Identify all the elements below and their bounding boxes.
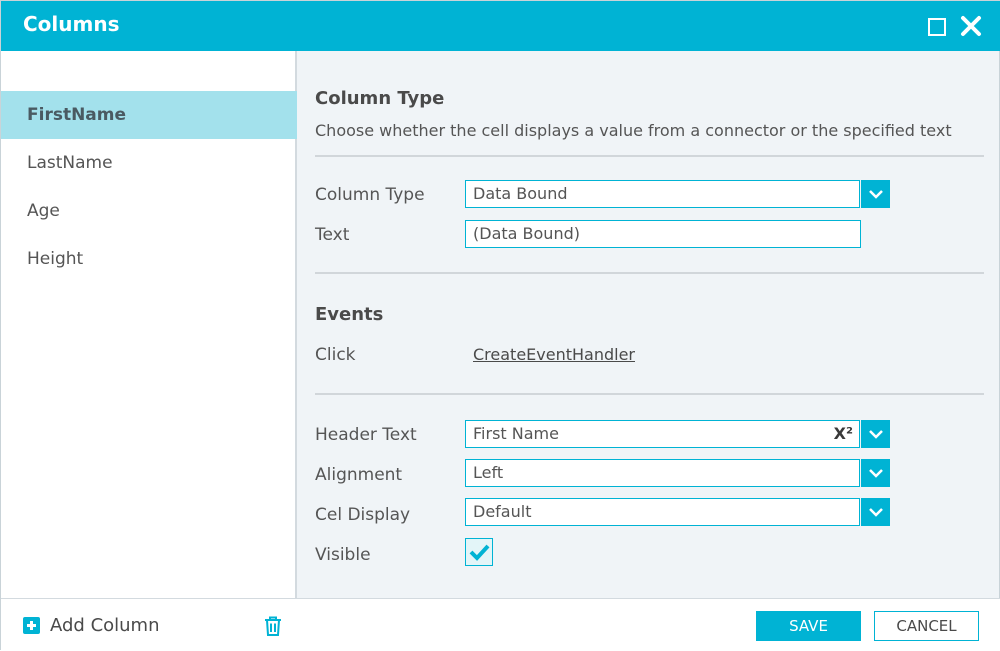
column-type-dropdown-button[interactable] xyxy=(861,180,890,208)
column-type-label: Column Type xyxy=(315,185,425,205)
dialog-footer: Add Column SAVE CANCEL xyxy=(1,598,1000,651)
cell-display-dropdown-button[interactable] xyxy=(861,498,890,526)
column-list: FirstName LastName Age Height xyxy=(1,51,297,598)
header-text-input[interactable]: First Name X² xyxy=(465,420,860,448)
header-text-value: First Name xyxy=(473,424,559,443)
cell-display-select[interactable]: Default xyxy=(465,498,860,526)
column-list-item-firstname[interactable]: FirstName xyxy=(1,91,297,139)
column-list-item-height[interactable]: Height xyxy=(1,235,297,283)
divider xyxy=(315,272,984,274)
column-type-description: Choose whether the cell displays a value… xyxy=(315,121,952,140)
visible-checkbox[interactable] xyxy=(465,538,493,566)
header-text-dropdown-button[interactable] xyxy=(861,420,890,448)
column-type-heading: Column Type xyxy=(315,88,445,109)
create-event-handler-link[interactable]: CreateEventHandler xyxy=(473,345,635,364)
title-bar: Columns xyxy=(1,1,1000,51)
checkmark-icon xyxy=(469,544,490,561)
chevron-down-icon xyxy=(869,430,883,439)
click-label: Click xyxy=(315,345,356,365)
columns-dialog: Columns FirstName LastName Age Height Co… xyxy=(0,0,1000,651)
cell-display-label: Cel Display xyxy=(315,505,411,525)
alignment-label: Alignment xyxy=(315,465,403,485)
header-text-label: Header Text xyxy=(315,425,417,445)
column-list-item-lastname[interactable]: LastName xyxy=(1,139,297,187)
alignment-dropdown-button[interactable] xyxy=(861,459,890,487)
text-label: Text xyxy=(315,225,350,245)
text-input[interactable]: (Data Bound) xyxy=(465,220,861,248)
visible-label: Visible xyxy=(315,545,371,565)
chevron-down-icon xyxy=(869,469,883,478)
trash-icon[interactable] xyxy=(263,615,283,637)
column-type-select[interactable]: Data Bound xyxy=(465,180,860,208)
events-heading: Events xyxy=(315,304,384,325)
localize-button[interactable]: X² xyxy=(834,421,853,447)
chevron-down-icon xyxy=(869,508,883,517)
chevron-down-icon xyxy=(869,190,883,199)
close-icon[interactable] xyxy=(959,14,983,38)
save-button[interactable]: SAVE xyxy=(756,611,861,641)
cancel-button[interactable]: CANCEL xyxy=(874,611,979,641)
add-column-label: Add Column xyxy=(50,615,160,636)
column-list-item-age[interactable]: Age xyxy=(1,187,297,235)
plus-icon xyxy=(23,617,40,634)
divider xyxy=(315,393,984,395)
alignment-select[interactable]: Left xyxy=(465,459,860,487)
dialog-title: Columns xyxy=(23,12,120,36)
divider xyxy=(315,155,984,157)
maximize-icon[interactable] xyxy=(924,14,948,38)
column-properties: Column Type Choose whether the cell disp… xyxy=(299,51,1000,598)
